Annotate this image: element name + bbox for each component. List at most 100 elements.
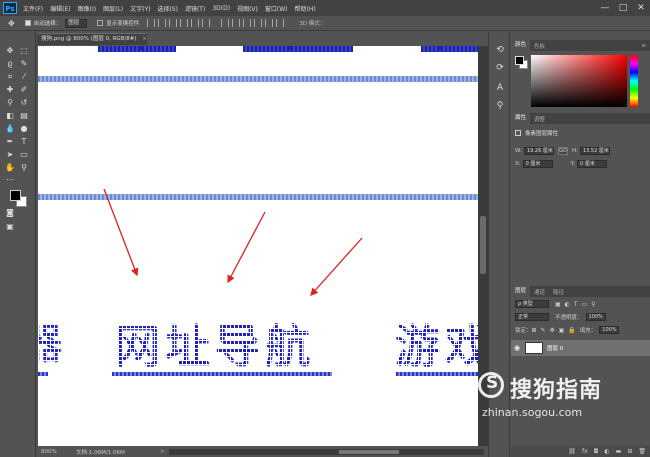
clone-stamp-tool-icon[interactable]: ⚲ (4, 98, 16, 108)
hue-slider[interactable] (630, 55, 638, 107)
eraser-tool-icon[interactable]: ◧ (4, 111, 16, 121)
maximize-button[interactable]: □ (614, 0, 632, 16)
blend-mode-select[interactable]: 正常 (515, 313, 549, 321)
align-left-icon[interactable] (180, 19, 189, 27)
align-top-icon[interactable] (147, 19, 156, 27)
healing-brush-tool-icon[interactable]: ✚ (4, 85, 16, 95)
horizontal-scroll-thumb[interactable] (339, 449, 400, 454)
lock-image-icon[interactable]: ✎ (541, 327, 546, 334)
distribute-vcenter-icon[interactable] (232, 19, 241, 27)
lock-all-icon[interactable]: 🔒 (568, 327, 575, 334)
align-right-icon[interactable] (202, 19, 211, 27)
adjustment-layer-icon[interactable]: ◐ (604, 448, 609, 455)
lasso-tool-icon[interactable]: ϱ (4, 59, 16, 69)
lock-position-icon[interactable]: ✥ (550, 327, 555, 334)
close-tab-icon[interactable]: × (142, 36, 147, 42)
new-layer-icon[interactable]: ⊞ (627, 448, 632, 455)
minimize-button[interactable]: — (596, 0, 614, 16)
eyedropper-tool-icon[interactable]: ⁄ (18, 72, 30, 82)
color-picker-field[interactable] (531, 55, 627, 107)
document-tab[interactable]: 搜狗.png @ 800% (图层 0, RGB/8#) × (37, 33, 147, 45)
layer-name[interactable]: 图层 0 (547, 344, 563, 352)
tab-paths[interactable]: 路径 (549, 288, 568, 296)
align-vcenter-icon[interactable] (158, 19, 167, 27)
menu-edit[interactable]: 编辑(E) (50, 4, 70, 13)
character-panel-icon[interactable]: A (494, 82, 506, 94)
new-group-icon[interactable]: ▬ (616, 448, 622, 455)
foreground-color-swatch[interactable] (10, 190, 21, 201)
show-transform-checkbox[interactable] (97, 20, 104, 26)
menu-window[interactable]: 窗口(W) (265, 4, 288, 13)
brush-settings-panel-icon[interactable]: ⚲ (494, 100, 506, 112)
zoom-tool-icon[interactable]: ⚲ (18, 163, 30, 173)
width-field[interactable]: 19.26 厘米 (523, 147, 554, 155)
menu-file[interactable]: 文件(F) (23, 4, 43, 13)
type-tool-icon[interactable]: T (18, 137, 30, 147)
tab-swatches[interactable]: 色板 (530, 42, 549, 50)
history-panel-icon[interactable]: ⟲ (494, 44, 506, 56)
menu-view[interactable]: 视图(V) (237, 4, 258, 13)
tab-adjustments[interactable]: 调整 (530, 115, 549, 123)
filter-shape-icon[interactable]: ▭ (582, 301, 588, 308)
menu-layer[interactable]: 图层(L) (103, 4, 123, 13)
align-bottom-icon[interactable] (169, 19, 178, 27)
align-hcenter-icon[interactable] (191, 19, 200, 27)
lock-artboard-icon[interactable]: ▣ (559, 327, 565, 334)
more-tools-icon[interactable]: ⋯ (4, 175, 16, 185)
status-menu-arrow-icon[interactable]: > (160, 448, 165, 455)
distribute-right-icon[interactable] (276, 19, 285, 27)
vertical-scroll-thumb[interactable] (480, 216, 486, 274)
horizontal-scrollbar[interactable] (169, 448, 484, 455)
filter-pixel-icon[interactable]: ▣ (555, 301, 561, 308)
filter-smart-object-icon[interactable]: ⚲ (591, 301, 595, 308)
height-field[interactable]: 13.52 厘米 (579, 147, 610, 155)
visibility-eye-icon[interactable]: ◉ (511, 344, 523, 352)
blur-tool-icon[interactable]: 💧 (4, 124, 16, 134)
filter-type-icon[interactable]: T (574, 301, 578, 308)
add-mask-icon[interactable]: ◘ (594, 448, 599, 455)
fill-field[interactable]: 100% (599, 326, 620, 334)
hand-tool-icon[interactable]: ✋ (4, 163, 16, 173)
panel-menu-icon[interactable]: ≡ (637, 43, 650, 49)
filter-adjustment-icon[interactable]: ◐ (565, 301, 570, 308)
tab-channels[interactable]: 通道 (530, 288, 549, 296)
close-button[interactable]: ✕ (632, 0, 650, 16)
layer-row[interactable]: ◉ 图层 0 (511, 340, 650, 356)
history-brush-tool-icon[interactable]: ↺ (18, 98, 30, 108)
adjustments-panel-icon[interactable]: ⟳ (494, 62, 506, 74)
opacity-field[interactable]: 100% (585, 313, 606, 321)
distribute-hcenter-icon[interactable] (265, 19, 274, 27)
menu-type[interactable]: 文字(Y) (130, 4, 150, 13)
distribute-top-icon[interactable] (221, 19, 230, 27)
distribute-bottom-icon[interactable] (243, 19, 252, 27)
tab-properties[interactable]: 属性 (511, 113, 531, 124)
auto-select-checkbox[interactable] (24, 20, 31, 26)
layer-kind-filter[interactable]: ρ 类型 (515, 300, 549, 308)
marquee-tool-icon[interactable]: ⬚ (18, 46, 30, 56)
gradient-tool-icon[interactable]: ▤ (18, 111, 30, 121)
tab-layers[interactable]: 图层 (511, 286, 531, 297)
pen-tool-icon[interactable]: ✒ (4, 137, 16, 147)
crop-tool-icon[interactable]: ⌗ (4, 72, 16, 82)
zoom-level[interactable]: 800% (38, 449, 62, 455)
menu-image[interactable]: 图像(I) (78, 4, 96, 13)
y-field[interactable]: 0 厘米 (577, 160, 608, 168)
link-layers-icon[interactable]: ⛓ (568, 448, 576, 455)
x-field[interactable]: 0 厘米 (522, 160, 553, 168)
link-dimensions-icon[interactable]: GO (557, 147, 568, 155)
move-tool-icon[interactable]: ✥ (8, 19, 15, 28)
tab-color[interactable]: 颜色 (511, 40, 531, 51)
move-tool-icon[interactable]: ✥ (4, 46, 16, 56)
path-select-tool-icon[interactable]: ➤ (4, 150, 16, 160)
quick-select-tool-icon[interactable]: ✎ (18, 59, 30, 69)
menu-select[interactable]: 选择(S) (157, 4, 178, 13)
dodge-tool-icon[interactable]: ● (18, 124, 30, 134)
distribute-left-icon[interactable] (254, 19, 263, 27)
lock-transparent-icon[interactable]: ⊠ (532, 327, 537, 334)
screen-mode-icon[interactable]: ▣ (4, 222, 16, 232)
quick-mask-icon[interactable]: ◙ (4, 208, 16, 218)
canvas[interactable]: 器 网址导航 游戏 (38, 46, 478, 446)
rectangle-tool-icon[interactable]: ▭ (18, 150, 30, 160)
menu-filter[interactable]: 滤镜(T) (185, 4, 205, 13)
delete-layer-icon[interactable]: 🗑 (638, 448, 646, 455)
